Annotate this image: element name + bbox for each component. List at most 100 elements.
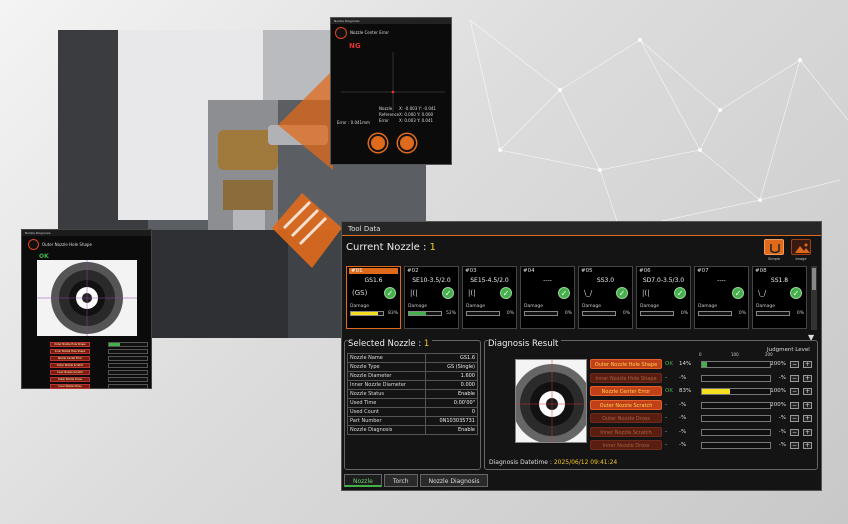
selected-nozzle-value: 1 xyxy=(423,339,430,349)
diagnosis-item-button[interactable]: Outer Nozzle Dross xyxy=(590,413,662,423)
mini-bar xyxy=(108,356,148,361)
increase-button[interactable]: + xyxy=(803,361,812,368)
mini-row-inner-scratch[interactable]: Inner Nozzle Scratch xyxy=(50,370,90,375)
check-icon: ✓ xyxy=(732,287,744,299)
increase-button[interactable]: + xyxy=(803,442,812,449)
diagnosis-item-button[interactable]: Inner Nozzle Scratch xyxy=(590,426,662,437)
decrease-button[interactable]: − xyxy=(790,361,799,368)
damage-bar-fill xyxy=(351,312,378,315)
nozzle-card-number: #02 xyxy=(407,268,419,274)
status-ng: NG xyxy=(349,42,361,50)
mini-bar xyxy=(108,377,148,382)
tab-nozzle[interactable]: Nozzle xyxy=(344,474,382,487)
check-icon: ✓ xyxy=(674,287,686,299)
popup-title: Nozzle Diagnosis xyxy=(331,18,451,24)
property-name: Nozzle Diameter xyxy=(346,371,427,381)
diagnosis-item-button[interactable]: Inner Nozzle Dross xyxy=(590,440,662,450)
increase-button[interactable]: + xyxy=(803,428,812,436)
nozzle-card-name: ---- xyxy=(717,277,726,284)
decrease-button[interactable]: − xyxy=(790,388,799,395)
damage-percent: 52% xyxy=(445,311,456,316)
property-value: 1.600 xyxy=(425,371,478,381)
decrease-button[interactable]: − xyxy=(790,428,799,436)
nozzle-shape-icon: |(| xyxy=(468,289,476,297)
nozzle-icon xyxy=(28,239,39,250)
property-value: GS1.6 xyxy=(425,353,478,363)
diagnosis-percent: -% xyxy=(679,415,687,421)
diagnosis-percent: 14% xyxy=(679,361,692,367)
diagnosis-percent: -% xyxy=(679,428,687,435)
diagnosis-item-button[interactable]: Nozzle Center Error xyxy=(590,386,662,396)
increase-button[interactable]: + xyxy=(803,415,812,422)
nozzle-card[interactable]: #06 SD7.0-3.5/3.0 |(| ✓ Damage 0% xyxy=(636,266,691,329)
decrease-button[interactable]: − xyxy=(790,442,799,449)
property-name: Used Time xyxy=(346,398,427,408)
property-value: GS (Single) xyxy=(425,362,478,372)
tool-data-window: Tool Data Current Nozzle : 1 Simple Imag… xyxy=(341,221,822,491)
selected-nozzle-heading: Selected Nozzle : 1 xyxy=(348,339,433,349)
diagnosis-level-bar xyxy=(701,401,771,409)
card-scrollbar[interactable] xyxy=(811,266,817,330)
damage-bar xyxy=(524,311,558,316)
image-view-button[interactable] xyxy=(791,239,811,255)
table-row: Nozzle Diagnosis Enable xyxy=(346,425,478,435)
nozzle-card[interactable]: #02 SE10-3.5/2.0 |(| ✓ Damage 52% xyxy=(404,266,459,329)
diagnosis-result: - xyxy=(665,374,667,381)
increase-button[interactable]: + xyxy=(803,401,812,409)
popup-title: Nozzle Diagnosis xyxy=(22,230,151,236)
mini-row-inner-hole[interactable]: Inner Nozzle Hole Shape xyxy=(50,349,90,354)
check-icon: ✓ xyxy=(616,287,628,299)
tab-nozzle-diagnosis[interactable]: Nozzle Diagnosis xyxy=(419,474,489,487)
status-ok: OK xyxy=(39,253,49,260)
diagnosis-item-button[interactable]: Outer Nozzle Hole Shape xyxy=(590,359,662,369)
diagnosis-item-button[interactable]: Inner Nozzle Hole Shape xyxy=(590,372,662,383)
property-value: 0N103035731 xyxy=(425,416,478,426)
nozzle-center-error-popup: Nozzle Diagnosis Nozzle Center Error NG … xyxy=(330,17,452,165)
check-icon: ✓ xyxy=(558,287,570,299)
judgment-value: 100% xyxy=(770,388,786,394)
rotate-cw-icon[interactable] xyxy=(398,134,416,152)
decrease-button[interactable]: − xyxy=(790,401,799,409)
nozzle-card[interactable]: #08 SS1.8 \_/ ✓ Damage 0% xyxy=(752,266,807,329)
mini-row-inner-dross[interactable]: Inner Nozzle Dross xyxy=(50,384,90,389)
damage-bar xyxy=(640,311,674,316)
increase-button[interactable]: + xyxy=(803,388,812,395)
diagnosis-result: OK xyxy=(665,361,673,367)
judgment-value: 200% xyxy=(770,361,786,367)
damage-bar-fill xyxy=(409,312,426,315)
increase-button[interactable]: + xyxy=(803,374,812,382)
table-row: Inner Nozzle Diameter 0.000 xyxy=(346,380,478,390)
tab-torch[interactable]: Torch xyxy=(383,474,418,487)
callout-arrow xyxy=(272,193,342,268)
nozzle-card-number: #07 xyxy=(697,268,709,274)
nozzle-card[interactable]: #05 SS3.0 \_/ ✓ Damage 0% xyxy=(578,266,633,329)
diagnosis-level-fill xyxy=(702,389,731,394)
decrease-button[interactable]: − xyxy=(790,415,799,422)
table-row: Part Number 0N103035731 xyxy=(346,416,478,426)
table-row: Nozzle Status Enable xyxy=(346,389,478,399)
simple-view-button[interactable] xyxy=(764,239,784,255)
diagnosis-result-panel: Diagnosis Result 0 100 200 Judgment Leve… xyxy=(484,339,818,470)
diagnosis-level-bar xyxy=(701,428,771,436)
nozzle-card[interactable]: #07 ---- ✓ Damage 0% xyxy=(694,266,749,329)
judgment-level-label: Judgment Level xyxy=(767,347,810,353)
damage-percent: 0% xyxy=(680,311,688,316)
property-name: Nozzle Status xyxy=(346,389,427,399)
nozzle-card-name: SE15-4.5/2.0 xyxy=(470,277,509,284)
nozzle-card-name: GS1.6 xyxy=(364,277,383,284)
nozzle-card[interactable]: #01 GS1.6 (GS) ✓ Damage 83% xyxy=(346,266,401,329)
property-name: Nozzle Type xyxy=(346,362,427,372)
mini-row-outer-scratch[interactable]: Outer Nozzle Scratch xyxy=(50,363,90,368)
property-value: Enable xyxy=(425,389,478,399)
damage-label: Damage xyxy=(408,304,427,309)
nozzle-card[interactable]: #03 SE15-4.5/2.0 |(| ✓ Damage 0% xyxy=(462,266,517,329)
rotate-ccw-icon[interactable] xyxy=(369,134,387,152)
nozzle-card[interactable]: #04 ---- ✓ Damage 0% xyxy=(520,266,575,329)
table-row: Used Count 0 xyxy=(346,407,478,417)
diagnosis-item-button[interactable]: Outer Nozzle Scratch xyxy=(590,399,662,410)
decrease-button[interactable]: − xyxy=(790,374,799,382)
mini-row-center[interactable]: Nozzle Center Error xyxy=(50,356,90,361)
damage-label: Damage xyxy=(756,304,775,309)
mini-row-outer-hole[interactable]: Outer Nozzle Hole Shape xyxy=(50,342,90,347)
mini-row-outer-dross[interactable]: Outer Nozzle Dross xyxy=(50,377,90,382)
